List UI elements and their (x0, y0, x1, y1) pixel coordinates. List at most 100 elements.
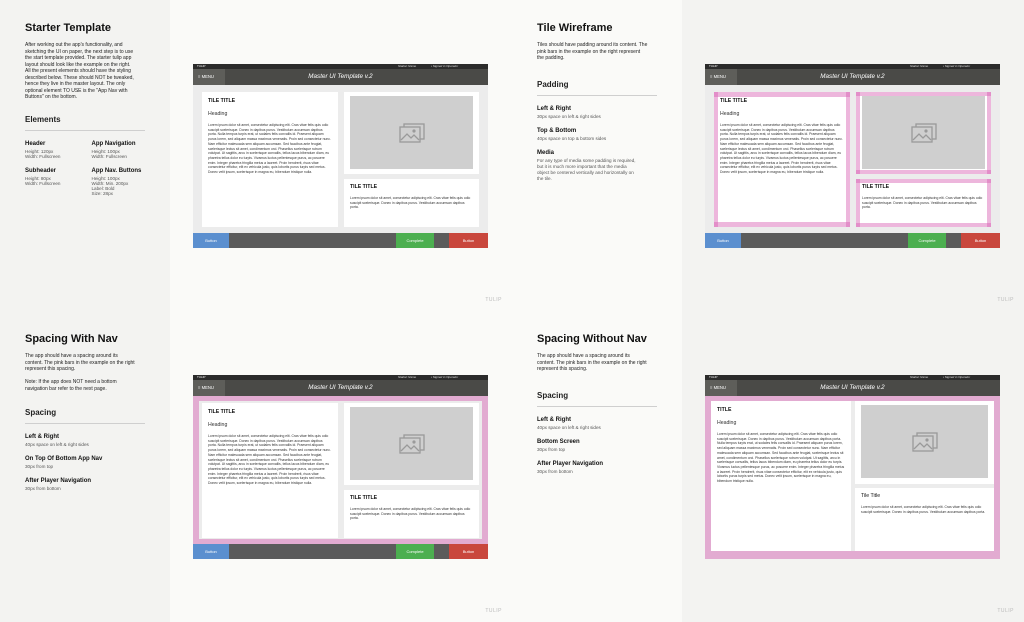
app-header: ≡ MENU Master UI Template v.2 (705, 69, 1000, 85)
padding-overlay (856, 92, 991, 96)
padding-overlay (714, 222, 850, 227)
image-icon (910, 122, 937, 143)
spec-after-player: After Player Navigation 30px from bottom (25, 478, 160, 491)
divider (537, 94, 657, 96)
tile-heading: Heading (717, 420, 737, 426)
button-left[interactable]: Button (193, 233, 229, 248)
tulip-watermark: TULIP (997, 608, 1014, 614)
tulip-watermark: TULIP (997, 297, 1014, 303)
complete-button[interactable]: Complete (396, 233, 434, 248)
mock-app: TULIP Station Name • Signed in Operator … (193, 64, 488, 248)
padding-overlay (856, 92, 860, 174)
tile-text: TILE TITLE Heading Lorem ipsum dolor sit… (202, 92, 338, 227)
spec-label: After Player Navigation (537, 460, 604, 467)
tile-title: TILE TITLE (862, 184, 890, 190)
element-value: Height: 100px Width: Min. 200px Label: B… (91, 175, 129, 196)
app-header: ≡ MENU Master UI Template v.2 (705, 380, 1000, 396)
mock-app: TULIP Station Name • Signed in Operator … (705, 375, 1000, 559)
tile-body: Lorem ipsum dolor sit amet, consectetur … (208, 434, 331, 486)
button-right[interactable]: Button (449, 233, 488, 248)
element-value: Height: 120px Width: Fullscreen (25, 148, 61, 159)
element-app-navigation: App Navigation Height: 100px Width: Full… (92, 141, 151, 159)
button-left[interactable]: Button (705, 233, 741, 248)
padding-overlay (856, 179, 860, 227)
page-title: Tile Wireframe (537, 22, 613, 34)
tile-body: Lorem ipsum dolor sit amet, consectetur … (720, 123, 843, 175)
app-title: Master UI Template v.2 (820, 384, 885, 391)
element-header: Header Height: 120px Width: Fullscreen (25, 141, 84, 159)
spec-label: Left & Right (537, 105, 571, 112)
image-icon (911, 431, 938, 452)
section-heading: Spacing (25, 408, 57, 417)
spec-label: After Player Navigation (25, 478, 92, 484)
complete-button[interactable]: Complete (396, 544, 434, 559)
tile-heading: Heading (208, 422, 228, 428)
tile-body: Lorem ipsum dolor sit amet, consectetur … (862, 196, 983, 210)
complete-button[interactable]: Complete (908, 233, 946, 248)
element-label: App Navigation (91, 140, 136, 147)
spec-on-top-nav: On Top Of Bottom App Nav 30px from top (25, 456, 160, 469)
spec-value: 40px space on left & right sides (25, 442, 89, 447)
spec-top-bottom: Top & Bottom 40px space on top & bottom … (537, 128, 672, 141)
padding-overlay (856, 179, 991, 183)
tile-text-small: Tile Title Lorem ipsum dolor sit amet, c… (855, 488, 994, 551)
spec-value: 30px from bottom (25, 486, 61, 491)
bottom-nav: Button Complete Button (705, 233, 1000, 248)
bottom-nav: Button Complete Button (193, 544, 488, 559)
quadrant-starter: Starter Template After working out the a… (0, 0, 512, 311)
quadrant-with-nav: Spacing With Nav The app should have a s… (0, 311, 512, 622)
padding-overlay (856, 170, 991, 174)
tile-body: Lorem ipsum dolor sit amet, consectetur … (717, 432, 845, 484)
element-value: Height: 80px Width: Fullscreen (25, 175, 61, 186)
page: Starter Template After working out the a… (0, 0, 1024, 622)
app-header: ≡ MENU Master UI Template v.2 (193, 69, 488, 85)
tile-title: TILE TITLE (208, 409, 236, 415)
button-right[interactable]: Button (449, 544, 488, 559)
button-left[interactable]: Button (193, 544, 229, 559)
divider (537, 405, 657, 407)
spacing-overlay (711, 551, 994, 559)
page-title: Spacing With Nav (25, 333, 118, 345)
element-label: App Nav. Buttons (91, 167, 142, 174)
padding-overlay (987, 92, 991, 174)
tile-media (855, 401, 994, 484)
element-subheader: Subheader Height: 80px Width: Fullscreen (25, 168, 84, 196)
padding-overlay (987, 179, 991, 227)
padding-overlay (714, 92, 850, 97)
app-title: Master UI Template v.2 (820, 73, 885, 80)
bottom-nav: Button Complete Button (193, 233, 488, 248)
button-right[interactable]: Button (961, 233, 1000, 248)
tile-title: Tile Title (861, 493, 881, 499)
spec-left-right: Left & Right 40px space on left & right … (537, 417, 672, 430)
section-heading: Padding (537, 79, 569, 89)
tile-title: TILE TITLE (350, 184, 378, 190)
spacing-overlay (193, 396, 199, 544)
element-value: Height: 100px Width: Fullscreen (91, 148, 128, 159)
tile-text: TILE TITLE Heading Lorem ipsum dolor sit… (714, 92, 850, 227)
spec-left-right: Left & Right 40px space on left & right … (25, 434, 160, 447)
padding-overlay (856, 223, 991, 227)
intro-text: The app should have a spacing around its… (25, 353, 135, 392)
spacing-overlay (994, 396, 1000, 559)
mock-app: TULIP Station Name • Signed in Operator … (705, 64, 1000, 248)
sidebar-without-nav: Spacing Without Nav The app should have … (512, 311, 682, 622)
spec-label: Left & Right (25, 434, 59, 440)
section-heading: Elements (25, 114, 61, 124)
tile-title: TITLE (717, 407, 732, 413)
tile-text: TILE TITLE Heading Lorem ipsum dolor sit… (202, 403, 338, 538)
tile-media (344, 403, 479, 485)
spec-label: Left & Right (537, 416, 571, 423)
tulip-watermark: TULIP (485, 608, 502, 614)
spec-value: 40px space on top & bottom sides (537, 135, 607, 141)
app-header: ≡ MENU Master UI Template v.2 (193, 380, 488, 396)
spec-label: Top & Bottom (537, 127, 577, 134)
padding-overlay (714, 92, 718, 227)
padding-overlay (846, 92, 850, 227)
spec-label: Bottom Screen (537, 438, 580, 445)
app-title: Master UI Template v.2 (308, 73, 373, 80)
tile-heading: Heading (720, 111, 740, 117)
tile-media (856, 92, 991, 174)
image-placeholder (350, 96, 473, 169)
spec-media: Media For any type of media some padding… (537, 150, 672, 182)
tile-body: Lorem ipsum dolor sit amet, consectetur … (350, 196, 471, 210)
